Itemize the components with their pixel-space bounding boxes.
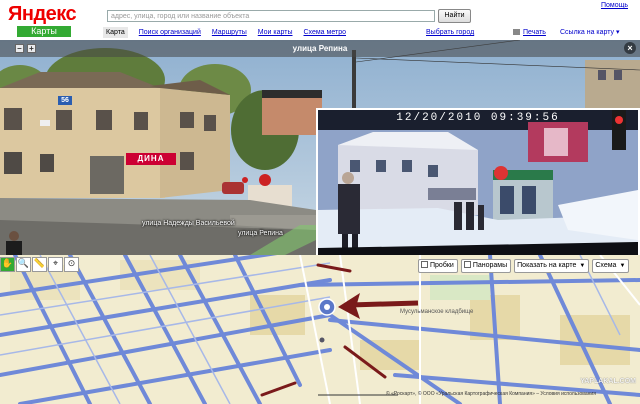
show-on-map-label: Показать на карте <box>517 262 577 269</box>
header: Яндекс Карты адрес, улица, город или наз… <box>0 0 640 40</box>
printer-icon <box>513 29 520 36</box>
panorama-title: улица Репина <box>292 44 348 53</box>
page: Яндекс Карты адрес, улица, город или наз… <box>0 0 640 404</box>
panorama-tool-icon[interactable]: ⊙ <box>64 257 79 272</box>
main-nav: Карта Поиск организаций Маршруты Мои кар… <box>103 27 357 38</box>
cemetery-label: Мусульманское кладбище <box>400 309 474 315</box>
close-icon[interactable]: × <box>624 42 636 54</box>
choose-city-link[interactable]: Выбрать город <box>426 27 474 38</box>
zoom-in-button[interactable]: + <box>27 44 36 53</box>
checkbox-icon <box>463 261 471 268</box>
magnifier-tool-icon[interactable]: 🔍 <box>16 257 31 272</box>
locate-tool-icon[interactable]: ⌖ <box>48 257 63 272</box>
house-number-plate: 56 <box>58 96 72 105</box>
nav-item-map[interactable]: Карта <box>103 27 128 38</box>
map-link-dropdown[interactable]: Ссылка на карту ▾ <box>560 27 620 38</box>
show-on-map-dropdown[interactable]: Показать на карте ▼ <box>514 259 590 273</box>
hand-tool-icon[interactable]: ✋ <box>0 257 15 272</box>
traffic-toggle[interactable]: Пробки <box>418 259 458 273</box>
logo-maps-badge: Карты <box>17 26 71 37</box>
yandex-logo[interactable]: Яндекс Карты <box>6 2 77 37</box>
nav-item-org-search[interactable]: Поиск организаций <box>139 27 201 38</box>
nav-item-metro[interactable]: Схема метро <box>304 27 347 38</box>
chevron-down-icon: ▼ <box>619 263 626 269</box>
search-input[interactable]: адрес, улица, город или название объекта <box>107 10 435 22</box>
street-label-nadezhdy-vasilevoy[interactable]: улица Надежды Васильевой <box>142 220 235 227</box>
panoramas-toggle[interactable]: Панорамы <box>460 259 512 273</box>
copyright-text[interactable]: © «Роскарт», © ООО «Уральская Картографи… <box>386 391 596 397</box>
street-label-repina[interactable]: улица Репина <box>238 230 283 237</box>
zoom-out-button[interactable]: – <box>15 44 24 53</box>
map-canvas <box>0 255 640 404</box>
panoramas-label: Панорамы <box>472 262 508 269</box>
print-link[interactable]: Печать <box>513 27 546 38</box>
traffic-label: Пробки <box>430 262 454 269</box>
map-type-dropdown[interactable]: Схема ▼ <box>592 259 630 273</box>
search-button[interactable]: Найти <box>438 9 471 23</box>
dashcam-image <box>318 110 638 272</box>
map-toolbar: ✋ 🔍 📏 ⌖ ⊙ <box>0 257 79 273</box>
help-link[interactable]: Помощь <box>601 2 628 9</box>
watermark: YAPLAKAL.COM <box>580 378 636 385</box>
ruler-tool-icon[interactable]: 📏 <box>32 257 47 272</box>
map-layers: Пробки Панорамы Показать на карте ▼ Схема… <box>418 259 630 273</box>
dashcam-inset: 12/20/2010 09:39:56 <box>316 108 640 274</box>
dashcam-timestamp: 12/20/2010 09:39:56 <box>396 112 560 124</box>
logo-text: Яндекс <box>8 3 77 25</box>
nav-item-routes[interactable]: Маршруты <box>212 27 247 38</box>
print-label: Печать <box>523 29 546 36</box>
checkbox-icon <box>421 261 428 268</box>
chevron-down-icon: ▼ <box>579 263 586 269</box>
map-view[interactable]: ✋ 🔍 📏 ⌖ ⊙ Пробки Панорамы Показать на ка… <box>0 255 640 404</box>
shop-sign: ДИНА <box>126 153 176 165</box>
map-type-label: Схема <box>595 262 617 269</box>
nav-item-my-maps[interactable]: Мои карты <box>258 27 293 38</box>
